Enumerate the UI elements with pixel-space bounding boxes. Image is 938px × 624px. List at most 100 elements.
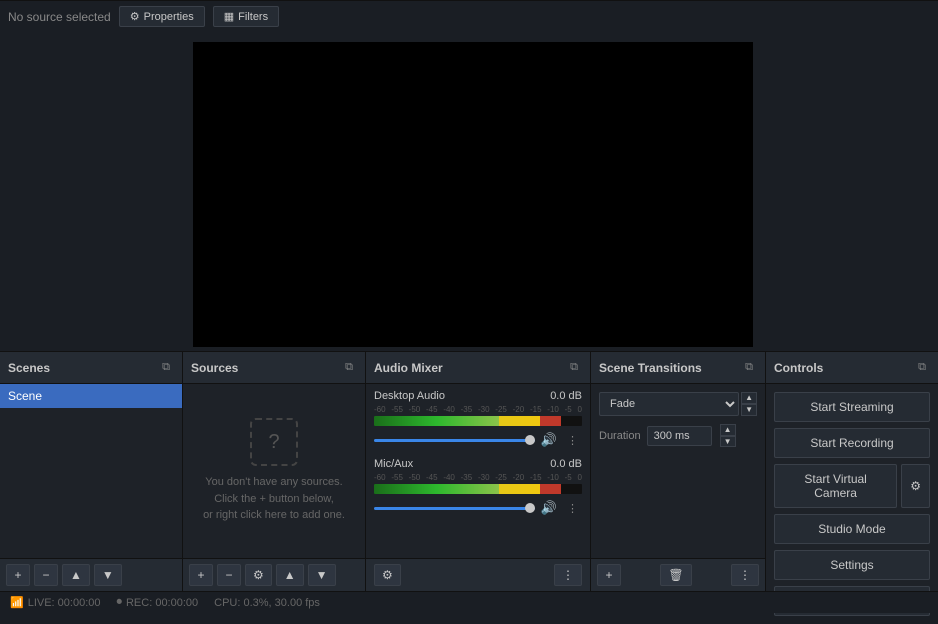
audio-channels: Desktop Audio 0.0 dB -60-55-50-45-40-35-…	[366, 384, 590, 558]
desktop-audio-menu-button[interactable]: ⋮	[563, 432, 582, 449]
transition-up-arrow[interactable]: ▲	[741, 392, 757, 404]
rec-status: ⏺ REC: 00:00:00	[116, 596, 198, 609]
desktop-meter-yellow	[499, 416, 541, 426]
scenes-down-button[interactable]: ▼	[94, 564, 122, 586]
left-spacer	[0, 32, 183, 351]
transitions-footer: + 🗑 ⋮	[591, 558, 765, 591]
source-bar: No source selected ⚙ Properties ▦ Filter…	[0, 0, 938, 32]
audio-panel-header: Audio Mixer ⧉	[366, 352, 590, 384]
controls-panel: Controls ⧉ Start Streaming Start Recordi…	[766, 352, 938, 591]
scenes-panel: Scenes ⧉ Scene + − ▲ ▼	[0, 352, 183, 591]
start-virtual-camera-button[interactable]: Start Virtual Camera	[774, 464, 897, 508]
desktop-volume-slider[interactable]	[374, 439, 535, 442]
sources-panel-header: Sources ⧉	[183, 352, 365, 384]
preview-area	[183, 32, 763, 351]
no-source-text: No source selected	[8, 10, 111, 24]
main-bottom: Scenes ⧉ Scene + − ▲ ▼ Sources ⧉ ? You d…	[0, 351, 938, 591]
duration-label: Duration	[599, 430, 641, 442]
scenes-remove-button[interactable]: −	[34, 564, 58, 586]
scenes-up-button[interactable]: ▲	[62, 564, 90, 586]
mic-mute-button[interactable]: 🔊	[539, 498, 559, 518]
properties-label: Properties	[144, 11, 194, 23]
audio-channel-desktop: Desktop Audio 0.0 dB -60-55-50-45-40-35-…	[374, 390, 582, 450]
audio-menu-footer-button[interactable]: ⋮	[554, 564, 582, 586]
duration-input[interactable]	[647, 426, 712, 446]
transitions-panel-menu[interactable]: ⧉	[741, 359, 757, 376]
mic-audio-menu-button[interactable]: ⋮	[563, 500, 582, 517]
transitions-panel-header: Scene Transitions ⧉	[591, 352, 765, 384]
duration-spinners: ▲ ▼	[720, 424, 736, 447]
start-recording-button[interactable]: Start Recording	[774, 428, 930, 458]
audio-channel-mic: Mic/Aux 0.0 dB -60-55-50-45-40-35-30-25-…	[374, 458, 582, 518]
duration-down-arrow[interactable]: ▼	[720, 436, 736, 448]
desktop-audio-meter	[374, 416, 582, 426]
scenes-panel-title: Scenes	[8, 361, 50, 375]
sources-panel-title: Sources	[191, 361, 238, 375]
audio-settings-button[interactable]: ⚙	[374, 564, 401, 586]
start-streaming-button[interactable]: Start Streaming	[774, 392, 930, 422]
sources-down-button[interactable]: ▼	[308, 564, 336, 586]
sources-empty-icon: ?	[250, 418, 298, 466]
virtual-camera-settings-button[interactable]: ⚙	[901, 464, 930, 508]
transitions-content: Fade ▲ ▼ Duration ▲ ▼	[591, 384, 765, 558]
mic-meter-yellow	[499, 484, 541, 494]
preview-canvas	[193, 42, 753, 347]
settings-button[interactable]: Settings	[774, 550, 930, 580]
filters-label: Filters	[238, 11, 268, 23]
sources-panel: Sources ⧉ ? You don't have any sources.C…	[183, 352, 366, 591]
transitions-panel: Scene Transitions ⧉ Fade ▲ ▼ Duration ▲ …	[591, 352, 766, 591]
sources-empty: ? You don't have any sources.Click the +…	[183, 384, 365, 558]
controls-panel-menu[interactable]: ⧉	[914, 359, 930, 376]
mic-meter-green	[374, 484, 499, 494]
cpu-text: CPU: 0.3%, 30.00 fps	[214, 597, 320, 609]
properties-icon: ⚙	[130, 10, 140, 23]
audio-mixer-panel: Audio Mixer ⧉ Desktop Audio 0.0 dB -60-5…	[366, 352, 591, 591]
desktop-audio-controls: 🔊 ⋮	[374, 430, 582, 450]
controls-content: Start Streaming Start Recording Start Vi…	[766, 384, 938, 624]
mic-audio-meter	[374, 484, 582, 494]
mic-volume-slider[interactable]	[374, 507, 535, 510]
live-icon: 📶	[10, 596, 24, 609]
controls-panel-title: Controls	[774, 361, 823, 375]
rec-time: REC: 00:00:00	[126, 597, 198, 609]
scenes-add-button[interactable]: +	[6, 564, 30, 586]
sources-add-button[interactable]: +	[189, 564, 213, 586]
scenes-panel-header: Scenes ⧉	[0, 352, 182, 384]
mic-meter-red	[540, 484, 561, 494]
audio-panel-menu[interactable]: ⧉	[566, 359, 582, 376]
live-status: 📶 LIVE: 00:00:00	[10, 596, 100, 609]
cpu-status: CPU: 0.3%, 30.00 fps	[214, 597, 320, 609]
sources-up-button[interactable]: ▲	[276, 564, 304, 586]
properties-button[interactable]: ⚙ Properties	[119, 6, 205, 27]
transition-select[interactable]: Fade	[599, 392, 739, 416]
desktop-audio-meter-labels: -60-55-50-45-40-35-30-25-20-15-10-50	[374, 405, 582, 414]
desktop-meter-red	[540, 416, 561, 426]
transition-down-arrow[interactable]: ▼	[741, 404, 757, 416]
filters-icon: ▦	[224, 10, 234, 23]
desktop-mute-button[interactable]: 🔊	[539, 430, 559, 450]
mic-audio-db: 0.0 dB	[550, 458, 582, 470]
filters-button[interactable]: ▦ Filters	[213, 6, 279, 27]
rec-icon: ⏺	[116, 596, 122, 609]
transitions-menu-button[interactable]: ⋮	[731, 564, 759, 586]
audio-panel-title: Audio Mixer	[374, 361, 443, 375]
sources-panel-menu[interactable]: ⧉	[341, 359, 357, 376]
live-time: LIVE: 00:00:00	[28, 597, 101, 609]
duration-row: Duration ▲ ▼	[599, 424, 757, 447]
top-area	[0, 32, 938, 351]
controls-panel-header: Controls ⧉	[766, 352, 938, 384]
scenes-list: Scene	[0, 384, 182, 558]
desktop-meter-green	[374, 416, 499, 426]
mic-audio-meter-labels: -60-55-50-45-40-35-30-25-20-15-10-50	[374, 473, 582, 482]
scenes-footer: + − ▲ ▼	[0, 558, 182, 591]
transitions-add-button[interactable]: +	[597, 564, 621, 586]
transitions-remove-button[interactable]: 🗑	[660, 564, 691, 586]
transition-select-row: Fade ▲ ▼	[599, 392, 757, 416]
sources-settings-button[interactable]: ⚙	[245, 564, 272, 586]
duration-up-arrow[interactable]: ▲	[720, 424, 736, 436]
scenes-panel-menu[interactable]: ⧉	[158, 359, 174, 376]
studio-mode-button[interactable]: Studio Mode	[774, 514, 930, 544]
scene-item[interactable]: Scene	[0, 384, 182, 408]
sources-remove-button[interactable]: −	[217, 564, 241, 586]
sources-empty-text: You don't have any sources.Click the + b…	[203, 474, 345, 524]
